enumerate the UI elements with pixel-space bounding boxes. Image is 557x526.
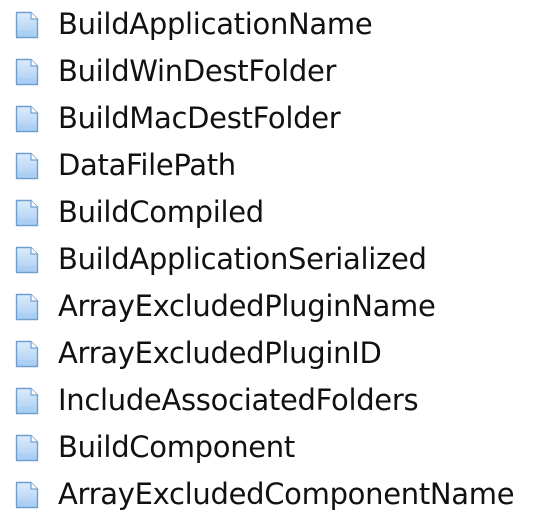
list-item-label: IncludeAssociatedFolders xyxy=(58,383,419,417)
list-item-label: BuildApplicationName xyxy=(58,7,373,41)
list-item-label: ArrayExcludedComponentName xyxy=(58,477,515,511)
document-icon xyxy=(14,152,40,180)
document-icon xyxy=(14,199,40,227)
property-list: BuildApplicationName BuildWinDestFolder Bu… xyxy=(0,0,557,526)
document-icon xyxy=(14,58,40,86)
document-icon xyxy=(14,481,40,509)
list-item-label: BuildComponent xyxy=(58,430,295,464)
list-item-label: ArrayExcludedPluginName xyxy=(58,289,436,323)
document-icon xyxy=(14,105,40,133)
document-icon xyxy=(14,434,40,462)
list-item-label: BuildMacDestFolder xyxy=(58,101,341,135)
document-icon xyxy=(14,387,40,415)
document-icon xyxy=(14,293,40,321)
list-item-label: BuildApplicationSerialized xyxy=(58,242,427,276)
document-icon xyxy=(14,340,40,368)
list-item-label: BuildCompiled xyxy=(58,195,264,229)
document-icon xyxy=(14,11,40,39)
list-item-label: DataFilePath xyxy=(58,148,236,182)
document-icon xyxy=(14,246,40,274)
list-item-label: BuildWinDestFolder xyxy=(58,54,337,88)
list-item-label: ArrayExcludedPluginID xyxy=(58,336,382,370)
